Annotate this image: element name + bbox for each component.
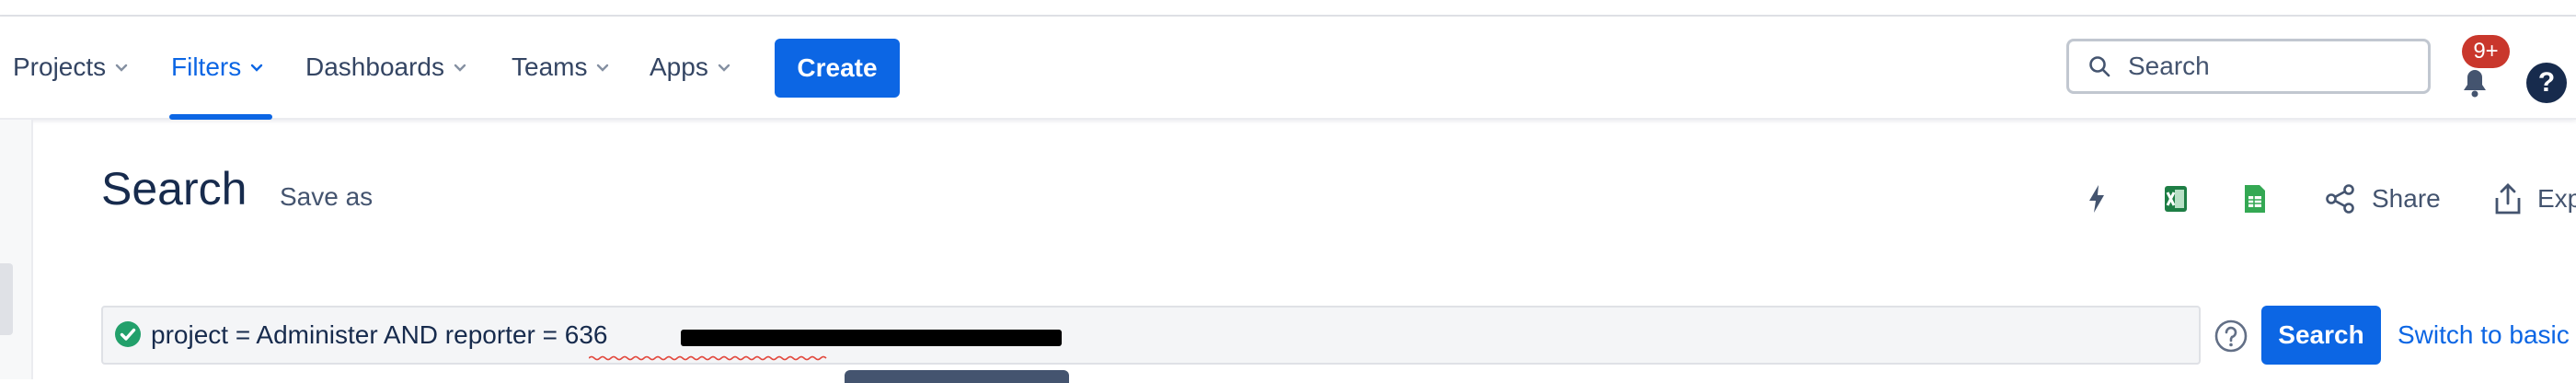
export-button[interactable]: Exp	[2493, 180, 2576, 217]
share-icon	[2326, 184, 2354, 214]
nav-filters[interactable]: Filters	[171, 17, 265, 118]
search-icon	[2089, 56, 2110, 77]
jql-query-text[interactable]: project = Administer AND reporter = 636	[151, 320, 607, 350]
notification-count-badge: 9+	[2462, 35, 2510, 68]
nav-apps-label: Apps	[650, 52, 708, 81]
browser-top-edge	[0, 0, 2576, 17]
export-label: Exp	[2537, 184, 2576, 213]
help-icon[interactable]: ?	[2526, 63, 2567, 103]
google-sheets-icon	[2245, 185, 2265, 213]
top-navigation: Projects Filters Dashboards Teams Apps C…	[0, 17, 2576, 120]
chevron-down-icon	[115, 64, 128, 72]
nav-teams[interactable]: Teams	[512, 17, 611, 118]
spellcheck-underline	[589, 355, 827, 361]
share-button[interactable]: Share	[2324, 180, 2441, 217]
nav-filters-label: Filters	[171, 52, 242, 81]
nav-dashboards-label: Dashboards	[305, 52, 444, 81]
nav-teams-label: Teams	[512, 52, 588, 81]
global-search[interactable]	[2066, 39, 2431, 94]
tooltip-popup	[845, 370, 1069, 383]
export-upload-icon	[2495, 183, 2521, 215]
valid-check-icon	[115, 321, 141, 347]
active-tab-indicator	[169, 114, 272, 120]
nav-projects-label: Projects	[13, 52, 107, 81]
export-excel-button[interactable]	[2162, 180, 2190, 217]
nav-dashboards[interactable]: Dashboards	[305, 17, 468, 118]
chevron-down-icon	[251, 64, 263, 72]
export-sheets-button[interactable]	[2243, 180, 2267, 217]
redaction-bar	[681, 330, 1062, 346]
global-search-input[interactable]	[2126, 51, 2406, 82]
jql-query-editor[interactable]: project = Administer AND reporter = 636	[101, 306, 2248, 365]
switch-to-basic-link[interactable]: Switch to basic	[2398, 320, 2570, 350]
chevron-down-icon	[454, 64, 466, 72]
jql-help-icon[interactable]	[2214, 319, 2248, 354]
create-button[interactable]: Create	[775, 39, 900, 98]
notifications-bell-icon[interactable]	[2456, 63, 2493, 99]
sidebar-collapsed	[0, 120, 33, 379]
chevron-down-icon	[597, 64, 609, 72]
page-title: Search	[101, 163, 247, 215]
chevron-down-icon	[718, 64, 730, 72]
jql-search-button[interactable]: Search	[2261, 306, 2381, 365]
nav-projects[interactable]: Projects	[13, 17, 130, 118]
nav-apps[interactable]: Apps	[650, 17, 732, 118]
automation-button[interactable]	[2083, 180, 2110, 217]
share-label: Share	[2372, 184, 2441, 213]
lightning-bolt-icon	[2089, 185, 2104, 213]
excel-icon	[2165, 186, 2187, 212]
save-as-button[interactable]: Save as	[280, 182, 373, 212]
sidebar-expand-handle[interactable]	[0, 263, 13, 335]
